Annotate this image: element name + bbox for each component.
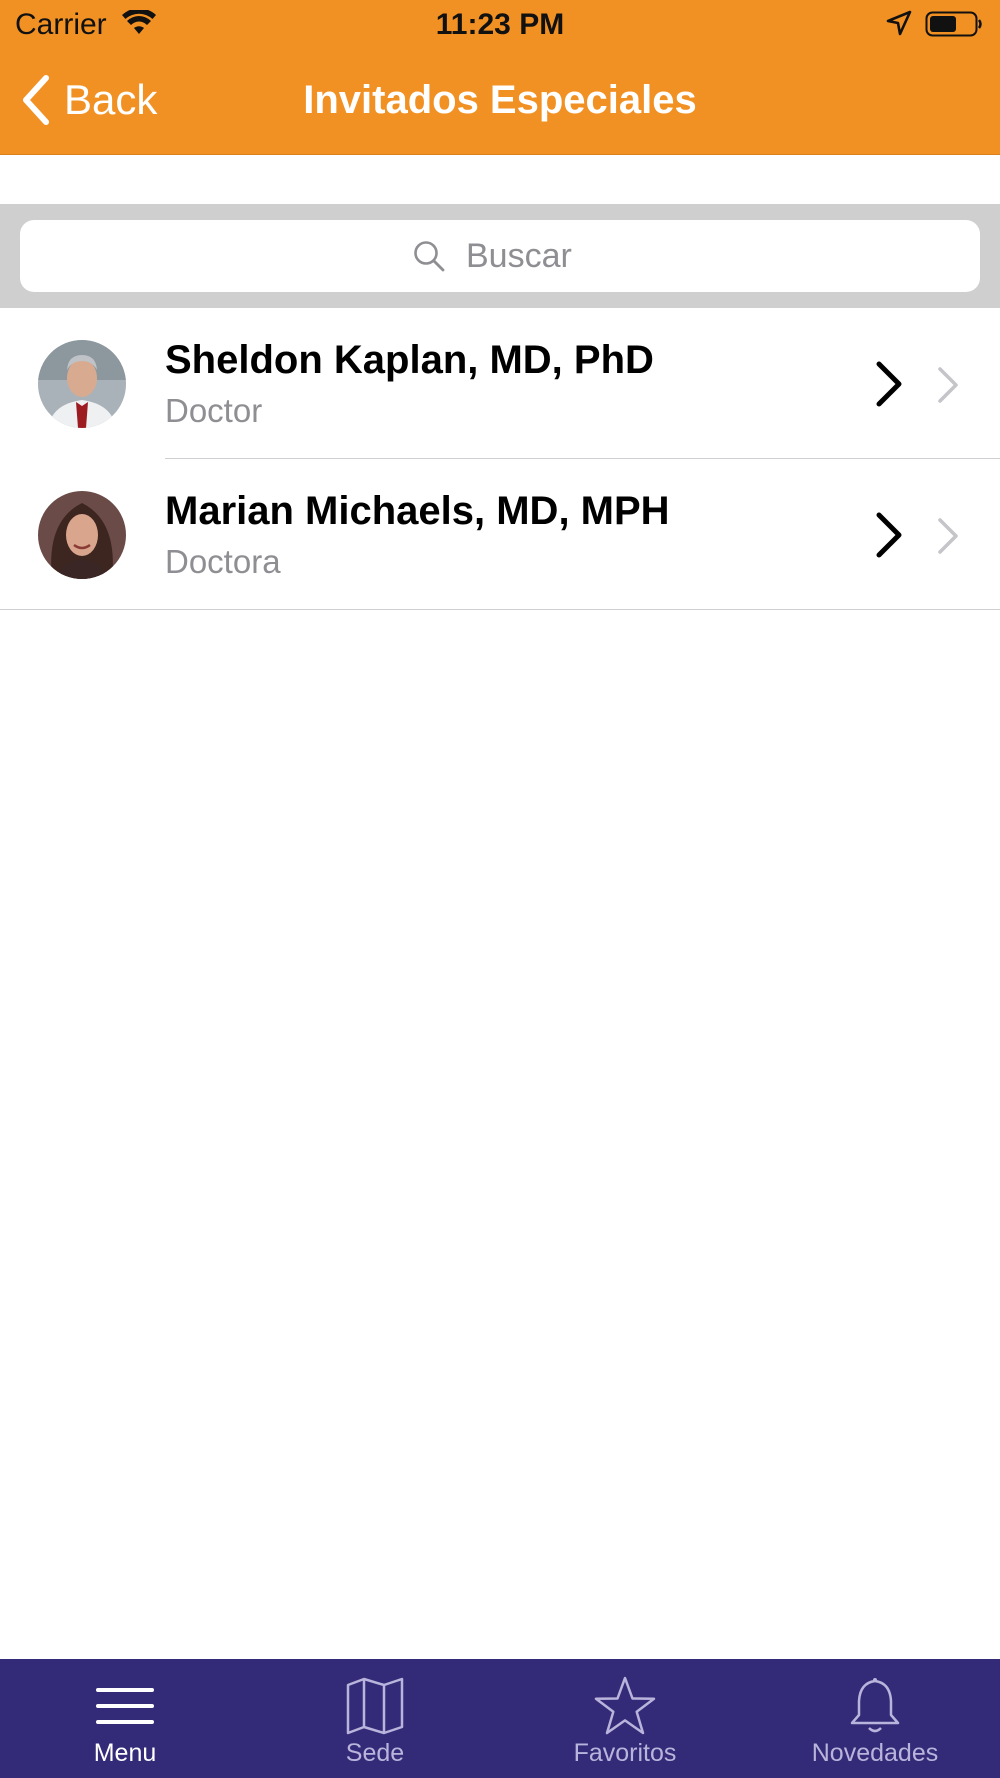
tab-menu[interactable]: Menu (0, 1659, 250, 1778)
tab-bar: Menu Sede Favoritos Novedades (0, 1659, 1000, 1778)
avatar (38, 491, 126, 579)
location-arrow-icon (886, 10, 912, 36)
avatar (38, 340, 126, 428)
nav-bar: Back Invitados Especiales (0, 50, 1000, 154)
tab-label: Sede (345, 1739, 405, 1767)
bell-icon (850, 1678, 900, 1733)
chevron-right-icon (876, 361, 902, 407)
search-bar (0, 204, 1000, 308)
disclosure-chevron-icon (938, 518, 958, 554)
header: Carrier 11:23 PM Back Invitados Especial… (0, 0, 1000, 155)
map-icon (346, 1677, 404, 1735)
guest-name: Sheldon Kaplan, MD, PhD (165, 338, 654, 382)
search-icon (414, 241, 445, 272)
guest-role: Doctor (165, 392, 263, 429)
chevron-right-icon (876, 512, 902, 558)
page-title: Invitados Especiales (303, 78, 697, 122)
guest-name: Marian Michaels, MD, MPH (165, 489, 670, 533)
tab-label: Novedades (811, 1739, 939, 1767)
tab-favoritos[interactable]: Favoritos (500, 1659, 750, 1778)
list-item-marian-michaels[interactable]: Marian Michaels, MD, MPH Doctora (0, 459, 1000, 609)
list-item-sheldon-kaplan[interactable]: Sheldon Kaplan, MD, PhD Doctor (0, 308, 1000, 458)
status-bar: Carrier 11:23 PM (0, 0, 1000, 50)
list-bottom-divider (0, 609, 1000, 610)
search-field[interactable] (20, 220, 980, 292)
tab-sede[interactable]: Sede (250, 1659, 500, 1778)
status-time: 11:23 PM (435, 8, 565, 41)
tab-novedades[interactable]: Novedades (750, 1659, 1000, 1778)
star-icon (594, 1676, 656, 1735)
disclosure-chevron-icon (938, 367, 958, 403)
tab-label: Menu (93, 1739, 157, 1767)
menu-icon (96, 1688, 154, 1724)
tab-label: Favoritos (573, 1739, 677, 1767)
search-input[interactable] (464, 235, 588, 277)
guest-role: Doctora (165, 543, 281, 580)
guest-list: Sheldon Kaplan, MD, PhD Doctor Marian Mi… (0, 308, 1000, 610)
battery-icon (925, 11, 982, 37)
